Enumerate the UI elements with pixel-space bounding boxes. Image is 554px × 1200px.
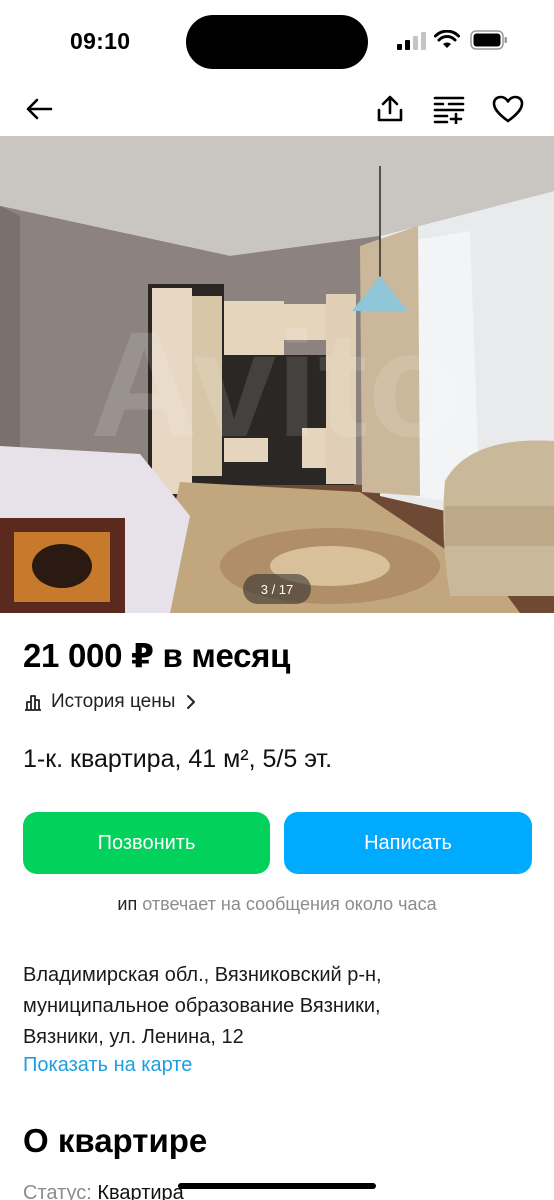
about-apartment-heading: О квартире [23, 1122, 208, 1159]
status-value: Квартира [97, 1182, 184, 1200]
address-line: Владимирская обл., Вязниковский р-н, [23, 964, 382, 986]
status-bar: 09:10 [0, 0, 554, 84]
wifi-icon [434, 30, 460, 48]
address-line: муниципальное образование Вязники, [23, 995, 381, 1017]
listing-price: 21 000 ₽ в месяц [23, 637, 291, 674]
listing-photo[interactable]: Avito [0, 136, 554, 613]
top-nav [0, 84, 554, 136]
battery-icon [470, 30, 507, 50]
cellular-signal-icon [397, 32, 426, 50]
status-key: Статус: [23, 1182, 92, 1200]
share-icon [377, 95, 403, 122]
compare-list-icon [433, 96, 465, 124]
back-button[interactable] [22, 92, 56, 126]
favorite-button[interactable] [491, 92, 525, 126]
status-row: Статус: Квартира [23, 1182, 184, 1200]
bar-chart-icon [25, 695, 41, 711]
price-history-link[interactable]: История цены [23, 688, 197, 716]
price-history-label: История цены [51, 691, 176, 712]
address-line: Вязники, ул. Ленина, 12 [23, 1026, 244, 1048]
home-indicator[interactable] [178, 1183, 376, 1189]
address: Владимирская обл., Вязниковский р-н, мун… [23, 960, 523, 1053]
chevron-right-icon [187, 695, 196, 709]
heart-icon [492, 95, 524, 123]
share-button[interactable] [373, 92, 407, 126]
listing-title: 1-к. квартира, 41 м², 5/5 эт. [23, 745, 333, 773]
svg-text:Avito: Avito [90, 300, 459, 468]
clock: 09:10 [70, 28, 131, 54]
call-button[interactable]: Позвонить [23, 812, 270, 874]
seller-reply-info: ип отвечает на сообщения около часа [0, 894, 554, 915]
photo-counter: 3 / 17 [243, 574, 311, 604]
arrow-left-icon [26, 98, 53, 120]
room-photo-illustration: Avito [0, 136, 554, 613]
write-message-button[interactable]: Написать [284, 812, 532, 874]
dynamic-island [186, 15, 368, 69]
seller-name[interactable]: ип [117, 894, 137, 914]
compare-button[interactable] [432, 92, 466, 126]
reply-time-text: отвечает на сообщения около часа [142, 894, 437, 914]
show-on-map-link[interactable]: Показать на карте [23, 1054, 192, 1077]
